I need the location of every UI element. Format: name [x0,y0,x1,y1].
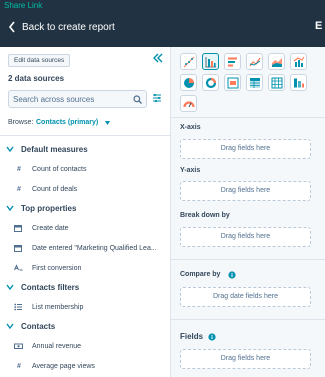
browse-label: Browse: [8,119,34,126]
pie-chart-icon [184,78,194,88]
pivot-table-icon [271,77,283,89]
field-label: First conversion [32,264,82,272]
group-label: Contacts [21,321,56,331]
info-icon[interactable] [228,271,236,279]
break-down-by-drop-zone[interactable]: Drag fields here [180,227,311,247]
chart-type-table[interactable] [246,74,263,91]
divider [171,117,325,118]
chart-type-horizontal-bar[interactable] [224,53,241,70]
divider [0,135,171,136]
table-chart-icon [250,78,260,88]
edit-data-sources-button[interactable]: Edit data sources [8,54,71,67]
field-label: Average page views [32,362,95,370]
chevron-down-icon [6,284,14,290]
share-link[interactable]: Share Link [4,1,42,10]
horizontal-bar-chart-icon [228,57,237,67]
chart-type-bar[interactable] [202,53,219,70]
search-box [8,90,147,108]
x-axis-drop-zone[interactable]: Drag fields here [180,139,311,159]
compare-by-label: Compare by [180,271,221,278]
back-label: Back to create report [22,21,115,33]
field-annual-revenue[interactable]: Annual revenue [14,339,81,353]
text-field-icon [14,264,24,272]
divider [171,319,325,320]
data-sources-panel: Edit data sources 2 data sources Browse:… [0,47,171,377]
browse-source-dropdown[interactable]: Contacts (primary) [36,119,98,126]
calendar-icon [14,224,24,232]
chevron-down-icon [6,323,14,329]
field-label: List membership [32,303,84,311]
back-to-create-report-link[interactable]: Back to create report [8,21,115,33]
field-first-conversion[interactable]: First conversion [14,261,81,275]
group-label: Top properties [21,203,77,213]
y-axis-drop-zone[interactable]: Drag fields here [180,181,311,201]
divider [171,259,325,260]
chart-config-panel: X-axis Drag fields here Y-axis Drag fiel… [171,47,325,377]
field-count-of-deals[interactable]: # Count of deals [14,182,77,196]
x-axis-label: X-axis [180,124,201,131]
share-strip: Share Link [0,0,325,12]
search-input[interactable] [13,93,131,105]
data-sources-count: 2 data sources [8,74,65,83]
list-icon [14,303,24,311]
line-chart-icon [249,57,261,67]
field-label: Create date [32,224,69,232]
gauge-chart-icon [183,101,195,108]
fields-drop-zone[interactable]: Drag fields here [180,349,311,369]
number-icon: # [17,165,21,173]
number-icon: # [17,185,21,193]
summary-chart-icon [227,77,239,89]
field-label: Date entered "Marketing Qualified Lea... [32,244,157,252]
group-contacts[interactable]: Contacts [6,319,55,333]
combo-chart-icon [293,56,305,67]
field-label: Count of contacts [32,165,87,173]
field-count-of-contacts[interactable]: # Count of contacts [14,162,86,176]
field-label: Count of deals [32,185,78,193]
calendar-icon [14,244,24,252]
group-top-properties[interactable]: Top properties [6,201,76,215]
group-label: Default measures [21,144,88,154]
fields-label: Fields [180,332,204,341]
field-create-date[interactable]: Create date [14,221,69,235]
chart-type-pivot-table[interactable] [268,74,285,91]
chevron-down-icon [6,205,14,211]
chart-type-summary[interactable] [224,74,241,91]
filter-settings-icon[interactable] [152,93,162,103]
group-label: Contacts filters [21,282,80,292]
scatter-chart-icon [183,56,195,68]
chart-type-gauge[interactable] [180,95,197,112]
group-default-measures[interactable]: Default measures [6,142,88,156]
group-contacts-filters[interactable]: Contacts filters [6,280,79,294]
field-list-membership[interactable]: List membership [14,300,83,314]
number-icon: # [17,362,21,370]
break-down-by-label: Break down by [180,212,230,219]
currency-icon [14,342,24,350]
chevron-down-icon [6,146,14,152]
chart-type-combo[interactable] [290,53,307,70]
field-average-page-views[interactable]: # Average page views [14,359,95,373]
chart-type-donut[interactable] [202,74,219,91]
compare-by-drop-zone[interactable]: Drag date fields here [180,287,311,307]
top-bar: Share Link Back to create report E [0,0,325,47]
chart-type-funnel[interactable] [290,74,307,91]
field-date-entered-mql[interactable]: Date entered "Marketing Qualified Lea... [14,241,157,255]
search-icon [133,95,142,104]
chart-type-line[interactable] [246,53,263,70]
chart-type-pie[interactable] [180,74,197,91]
caret-down-icon[interactable] [105,121,110,125]
funnel-chart-icon [294,78,304,88]
collapse-panel-icon[interactable] [152,52,164,64]
header-right-text: E [315,20,323,32]
chart-type-scatter[interactable] [180,53,197,70]
info-icon[interactable] [208,333,216,341]
area-chart-icon [272,58,282,67]
chart-type-area[interactable] [268,53,285,70]
donut-chart-icon [205,77,217,89]
field-label: Annual revenue [32,342,82,350]
bar-chart-icon [205,57,216,68]
y-axis-label: Y-axis [180,167,201,174]
chevron-left-icon [8,21,15,33]
